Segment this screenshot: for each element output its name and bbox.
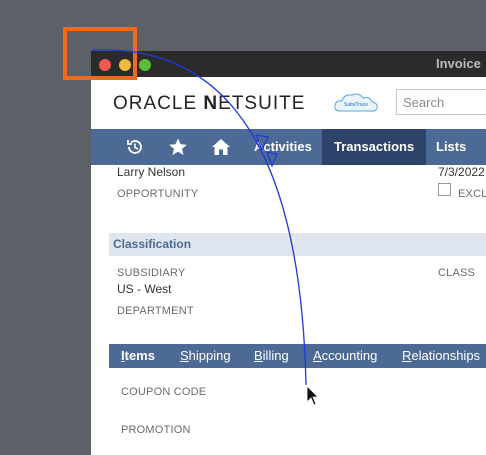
tab-accounting-key: A [313, 348, 322, 363]
department-label: DEPARTMENT [117, 305, 194, 317]
cloud-logo-text: SuiteTrace [344, 102, 368, 108]
date-value[interactable]: 7/3/2022 [438, 165, 485, 179]
customer-value[interactable]: Larry Nelson [117, 165, 185, 179]
tab-relationships-label: elationships [411, 348, 481, 363]
invoice-form: Larry Nelson 7/3/2022 OPPORTUNITY EXCLU … [91, 165, 486, 455]
close-window-button[interactable] [99, 59, 111, 71]
cloud-logo-icon[interactable]: SuiteTrace [332, 91, 380, 115]
subtab-bar: Items Shipping Billing Accounting Relati… [109, 344, 486, 368]
star-icon[interactable] [168, 137, 188, 157]
nav-lists[interactable]: Lists [436, 129, 466, 165]
tab-items-label: tems [124, 348, 155, 363]
history-icon[interactable] [125, 137, 145, 157]
logo-suffix: ETSUITE [218, 93, 306, 114]
logo-prefix: ORACLE [113, 93, 204, 114]
tab-relationships-key: R [402, 348, 412, 363]
netsuite-logo[interactable]: ORACLE NETSUITE [113, 93, 305, 115]
tab-shipping-label: hipping [188, 348, 231, 363]
tab-shipping[interactable]: Shipping [180, 344, 231, 368]
window-title: Invoice [436, 56, 481, 71]
global-search[interactable] [396, 89, 486, 115]
nav-activities[interactable]: Activities [254, 129, 312, 165]
tab-accounting[interactable]: Accounting [313, 344, 377, 368]
search-input[interactable] [403, 91, 486, 113]
exclude-checkbox[interactable] [438, 183, 451, 196]
main-nav: Activities Transactions Lists [91, 129, 486, 165]
exclude-label: EXCLU [458, 188, 486, 200]
classification-section-header[interactable]: Classification [109, 233, 486, 256]
app-window: Invoice ORACLE NETSUITE SuiteTrace Activ… [91, 51, 486, 455]
tab-billing[interactable]: Billing [254, 344, 289, 368]
opportunity-label: OPPORTUNITY [117, 188, 199, 200]
tab-items[interactable]: Items [121, 344, 155, 368]
subsidiary-label: SUBSIDIARY [117, 267, 186, 279]
title-bar: Invoice [91, 51, 486, 77]
minimize-window-button[interactable] [119, 59, 131, 71]
tab-billing-label: illing [262, 348, 289, 363]
logo-n: N [203, 93, 219, 114]
zoom-window-button[interactable] [139, 59, 151, 71]
tab-shipping-key: S [180, 348, 189, 363]
tab-accounting-label: ccounting [321, 348, 378, 363]
tab-billing-key: B [254, 348, 263, 363]
nav-transactions[interactable]: Transactions [322, 129, 427, 165]
classification-title: Classification [113, 237, 192, 251]
class-label: CLASS [438, 267, 476, 279]
tab-relationships[interactable]: Relationships [402, 344, 480, 368]
coupon-code-label: COUPON CODE [121, 386, 207, 398]
home-icon[interactable] [211, 137, 231, 157]
subsidiary-value[interactable]: US - West [117, 282, 171, 296]
promotion-label: PROMOTION [121, 424, 191, 436]
brand-header: ORACLE NETSUITE SuiteTrace [91, 77, 486, 127]
